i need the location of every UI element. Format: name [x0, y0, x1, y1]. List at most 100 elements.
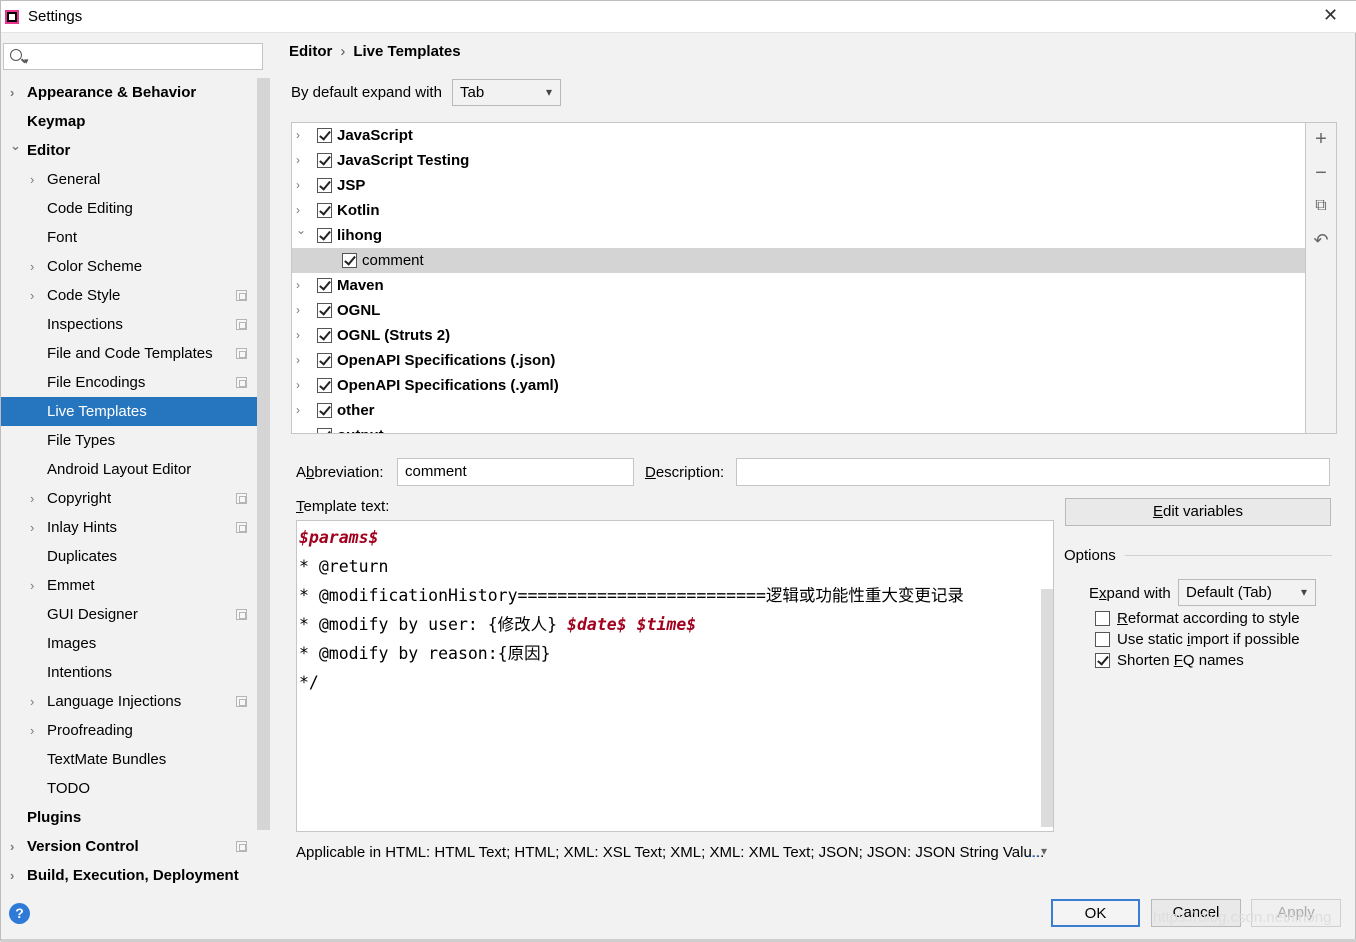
chevron-right-icon[interactable]: ›: [296, 423, 300, 433]
template-checkbox[interactable]: [317, 378, 332, 393]
sidebar-item[interactable]: Duplicates: [1, 542, 257, 571]
chevron-right-icon[interactable]: ›: [296, 173, 300, 198]
copy-icon[interactable]: ⧉: [1311, 196, 1331, 216]
help-icon[interactable]: ?: [9, 903, 30, 924]
sidebar-item[interactable]: Android Layout Editor: [1, 455, 257, 484]
template-checkbox[interactable]: [317, 328, 332, 343]
chevron-down-icon[interactable]: ⌄: [296, 218, 306, 243]
template-editor-scrollbar[interactable]: [1041, 589, 1053, 827]
option-checkbox[interactable]: [1095, 611, 1110, 626]
template-group-row[interactable]: › other: [292, 398, 1305, 423]
chevron-right-icon[interactable]: ›: [296, 273, 300, 298]
option-checkbox[interactable]: [1095, 632, 1110, 647]
chevron-right-icon[interactable]: ›: [30, 571, 34, 600]
template-checkbox[interactable]: [342, 253, 357, 268]
chevron-right-icon[interactable]: ›: [10, 861, 14, 890]
template-checkbox[interactable]: [317, 278, 332, 293]
chevron-down-icon[interactable]: ⌄: [10, 131, 21, 160]
sidebar-item[interactable]: › Copyright: [1, 484, 257, 513]
template-group-row[interactable]: › OGNL (Struts 2): [292, 323, 1305, 348]
sidebar-item[interactable]: TODO: [1, 774, 257, 803]
template-checkbox[interactable]: [317, 128, 332, 143]
sidebar-item[interactable]: › Proofreading: [1, 716, 257, 745]
sidebar-item[interactable]: › Language Injections: [1, 687, 257, 716]
sidebar-item[interactable]: Keymap: [1, 107, 257, 136]
template-group-row[interactable]: ⌄ lihong: [292, 223, 1305, 248]
chevron-right-icon[interactable]: ›: [296, 323, 300, 348]
chevron-down-icon[interactable]: ▾: [1041, 844, 1047, 858]
close-icon[interactable]: ✕: [1323, 5, 1338, 26]
chevron-right-icon[interactable]: ›: [30, 513, 34, 542]
applicable-more-link[interactable]: ...: [1027, 844, 1040, 861]
template-group-row[interactable]: › JavaScript Testing: [292, 148, 1305, 173]
sidebar-item[interactable]: File Encodings: [1, 368, 257, 397]
search-dropdown-icon[interactable]: ▾: [24, 56, 29, 67]
template-group-row[interactable]: › Kotlin: [292, 198, 1305, 223]
sidebar-item[interactable]: File Types: [1, 426, 257, 455]
breadcrumb-parent[interactable]: Editor: [289, 43, 332, 60]
chevron-right-icon[interactable]: ›: [30, 484, 34, 513]
template-text-editor[interactable]: $params$ * @return * @modificationHistory=…: [296, 520, 1054, 832]
sidebar-item[interactable]: › Build, Execution, Deployment: [1, 861, 257, 890]
sidebar-item[interactable]: Plugins: [1, 803, 257, 832]
chevron-right-icon[interactable]: ›: [296, 373, 300, 398]
chevron-right-icon[interactable]: ›: [30, 165, 34, 194]
sidebar-item[interactable]: Intentions: [1, 658, 257, 687]
chevron-right-icon[interactable]: ›: [30, 716, 34, 745]
sidebar-item[interactable]: › Inlay Hints: [1, 513, 257, 542]
template-checkbox[interactable]: [317, 203, 332, 218]
chevron-right-icon[interactable]: ›: [10, 832, 14, 861]
sidebar-item[interactable]: File and Code Templates: [1, 339, 257, 368]
remove-icon[interactable]: −: [1311, 163, 1331, 183]
sidebar-item[interactable]: › Code Style: [1, 281, 257, 310]
template-checkbox[interactable]: [317, 153, 332, 168]
expand-with-select[interactable]: Default (Tab) ▾: [1178, 579, 1316, 606]
template-group-row[interactable]: › JavaScript: [292, 123, 1305, 148]
sidebar-item[interactable]: › Version Control: [1, 832, 257, 861]
template-group-row[interactable]: › OGNL: [292, 298, 1305, 323]
template-group-row[interactable]: › Maven: [292, 273, 1305, 298]
template-checkbox[interactable]: [317, 353, 332, 368]
sidebar-item[interactable]: Code Editing: [1, 194, 257, 223]
sidebar-item[interactable]: TextMate Bundles: [1, 745, 257, 774]
sidebar-item[interactable]: › Color Scheme: [1, 252, 257, 281]
description-input[interactable]: [736, 458, 1330, 486]
chevron-right-icon[interactable]: ›: [10, 78, 14, 107]
template-checkbox[interactable]: [317, 303, 332, 318]
chevron-right-icon[interactable]: ›: [30, 687, 34, 716]
restore-icon[interactable]: ↶: [1311, 230, 1331, 250]
chevron-right-icon[interactable]: ›: [296, 148, 300, 173]
search-field[interactable]: [34, 46, 259, 67]
sidebar-item[interactable]: › General: [1, 165, 257, 194]
template-group-row[interactable]: › output: [292, 423, 1305, 433]
sidebar-item[interactable]: Images: [1, 629, 257, 658]
settings-search-input[interactable]: ▾: [3, 43, 263, 70]
template-checkbox[interactable]: [317, 403, 332, 418]
template-group-row[interactable]: › OpenAPI Specifications (.yaml): [292, 373, 1305, 398]
sidebar-item[interactable]: GUI Designer: [1, 600, 257, 629]
template-checkbox[interactable]: [317, 428, 332, 433]
template-checkbox[interactable]: [317, 228, 332, 243]
sidebar-item[interactable]: ⌄ Editor: [1, 136, 257, 165]
template-group-row[interactable]: › OpenAPI Specifications (.json): [292, 348, 1305, 373]
ok-button[interactable]: OK: [1051, 899, 1140, 927]
chevron-right-icon[interactable]: ›: [296, 298, 300, 323]
sidebar-item[interactable]: Inspections: [1, 310, 257, 339]
sidebar-scrollbar[interactable]: [257, 78, 270, 830]
chevron-right-icon[interactable]: ›: [296, 348, 300, 373]
sidebar-item[interactable]: Font: [1, 223, 257, 252]
default-expand-select[interactable]: Tab ▾: [452, 79, 561, 106]
sidebar-item[interactable]: › Emmet: [1, 571, 257, 600]
add-icon[interactable]: +: [1311, 129, 1331, 149]
chevron-right-icon[interactable]: ›: [30, 281, 34, 310]
sidebar-item[interactable]: Live Templates: [1, 397, 270, 426]
chevron-right-icon[interactable]: ›: [30, 252, 34, 281]
chevron-right-icon[interactable]: ›: [296, 123, 300, 148]
option-checkbox[interactable]: [1095, 653, 1110, 668]
chevron-right-icon[interactable]: ›: [296, 398, 300, 423]
edit-variables-button[interactable]: Edit variables: [1065, 498, 1331, 526]
template-group-row[interactable]: › JSP: [292, 173, 1305, 198]
template-row[interactable]: comment: [292, 248, 1305, 273]
sidebar-item[interactable]: › Appearance & Behavior: [1, 78, 257, 107]
template-checkbox[interactable]: [317, 178, 332, 193]
